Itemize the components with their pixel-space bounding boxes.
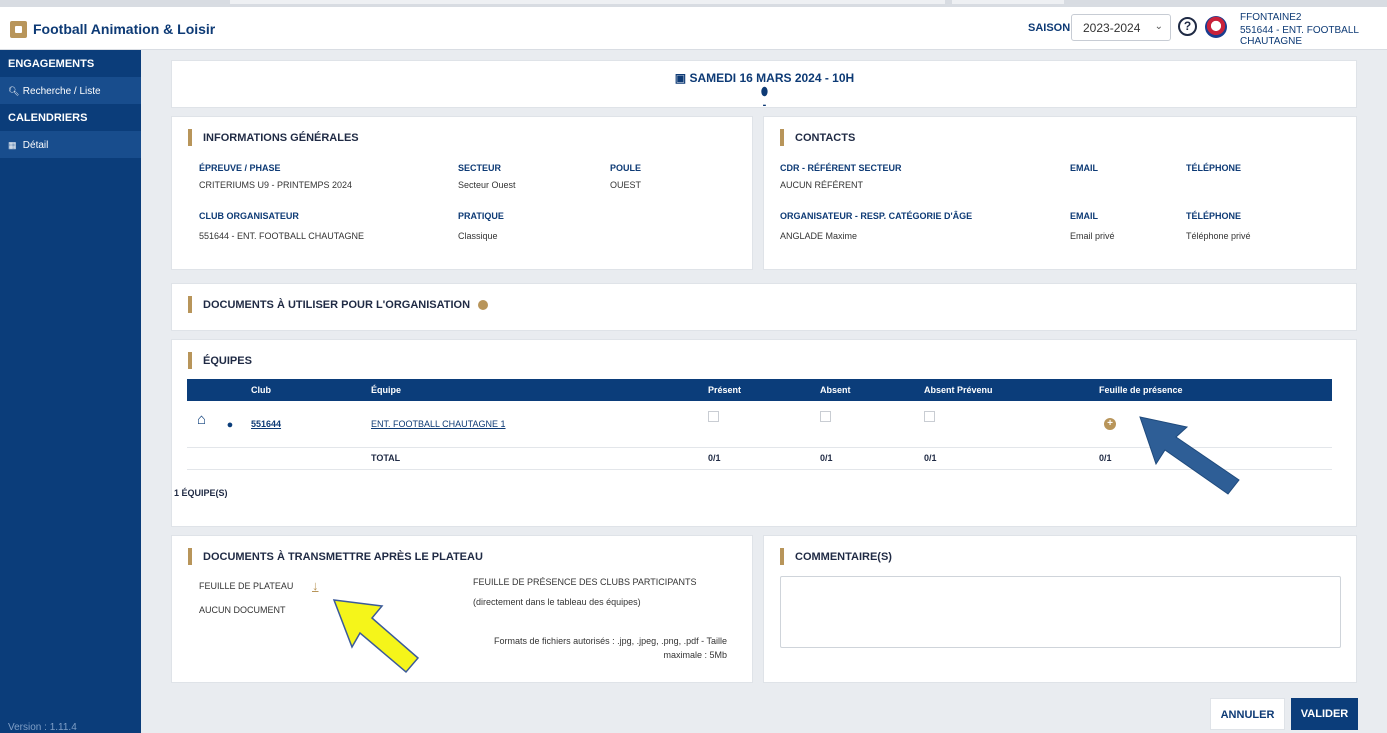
calendar-icon: ▦: [8, 140, 17, 150]
documents-card: DOCUMENTS À UTILISER POUR L'ORGANISATION: [171, 283, 1357, 331]
event-date-text: SAMEDI 16 MARS 2024 - 10H: [689, 71, 855, 85]
location-pin-icon: ⬮: [761, 86, 768, 98]
email-label: EMAIL: [1070, 163, 1098, 173]
commentaires-title: COMMENTAIRE(S): [795, 550, 892, 563]
section-title: DOCUMENTS À UTILISER POUR L'ORGANISATION: [188, 296, 489, 313]
col-absent: Absent: [820, 379, 924, 401]
equipes-title: ÉQUIPES: [203, 354, 252, 367]
col-equipe: Équipe: [371, 379, 708, 401]
col-feuille: Feuille de présence: [1099, 379, 1332, 401]
info-icon[interactable]: [478, 299, 489, 310]
total-absent: 0/1: [820, 447, 924, 470]
blue-annotation-arrow-icon: [1139, 416, 1240, 495]
download-icon[interactable]: ↓: [312, 578, 319, 593]
app-logo-icon: [10, 21, 27, 38]
event-location: ⬮ -: [172, 86, 1357, 111]
section-title: DOCUMENTS À TRANSMETTRE APRÈS LE PLATEAU: [188, 548, 483, 565]
organisateur-phone: Téléphone privé: [1186, 231, 1251, 241]
documents-title: DOCUMENTS À UTILISER POUR L'ORGANISATION: [203, 298, 471, 311]
pratique-label: PRATIQUE: [458, 211, 504, 221]
formats-line-1: Formats de fichiers autorisés : .jpg, .j…: [494, 636, 727, 646]
poule-label: POULE: [610, 163, 642, 173]
sidebar-item-label: Détail: [22, 140, 49, 151]
infos-card: INFORMATIONS GÉNÉRALES ÉPREUVE / PHASE C…: [171, 116, 753, 270]
contacts-card: CONTACTS CDR - RÉFÉRENT SECTEUR AUCUN RÉ…: [763, 116, 1357, 270]
yellow-annotation-arrow-icon: [332, 599, 420, 674]
saison-select[interactable]: 2023-2024 ⌄: [1071, 14, 1171, 41]
commentaires-card: COMMENTAIRE(S): [763, 535, 1357, 683]
table-header-row: Club Équipe Présent Absent Absent Préven…: [187, 379, 1332, 401]
organisateur-email: Email privé: [1070, 231, 1115, 241]
equipe-link[interactable]: ENT. FOOTBALL CHAUTAGNE 1: [371, 419, 506, 429]
absent-prevenu-checkbox[interactable]: [924, 411, 935, 423]
phone-label: TÉLÉPHONE: [1186, 163, 1242, 173]
secteur-label: SECTEUR: [458, 163, 502, 173]
club-label: CLUB ORGANISATEUR: [199, 211, 299, 221]
section-title: COMMENTAIRE(S): [780, 548, 892, 565]
aucun-document: AUCUN DOCUMENT: [199, 605, 286, 615]
search-icon: 🔍︎: [8, 86, 20, 96]
cancel-button[interactable]: ANNULER: [1210, 698, 1285, 730]
validate-button[interactable]: VALIDER: [1291, 698, 1358, 730]
phone-label: TÉLÉPHONE: [1186, 211, 1242, 221]
app-version: Version : 1.11.4: [8, 722, 77, 733]
total-label: TOTAL: [371, 447, 708, 470]
secteur-value: Secteur Ouest: [458, 180, 516, 190]
user-club: 551644 - ENT. FOOTBALL CHAUTAGNE: [1240, 25, 1359, 47]
event-date: ▣ SAMEDI 16 MARS 2024 - 10H: [172, 71, 1357, 85]
feuille-presence-sub: (directement dans le tableau des équipes…: [473, 597, 641, 607]
top-header: Football Animation & Loisir SAISON 2023-…: [0, 7, 1387, 50]
browser-strip: [0, 0, 1387, 7]
calendar-icon: ▣: [674, 71, 690, 85]
club-link[interactable]: 551644: [251, 419, 281, 429]
organisateur-value: ANGLADE Maxime: [780, 231, 858, 241]
comment-textarea[interactable]: [780, 576, 1341, 648]
section-title: INFORMATIONS GÉNÉRALES: [188, 129, 359, 146]
chevron-down-icon: ⌄: [1154, 21, 1163, 32]
event-location-text: -: [762, 99, 767, 111]
transmettre-title: DOCUMENTS À TRANSMETTRE APRÈS LE PLATEAU: [203, 550, 483, 563]
absent-checkbox[interactable]: [820, 411, 831, 423]
saison-value: 2023-2024: [1083, 21, 1141, 35]
organisateur-label: ORGANISATEUR - RESP. CATÉGORIE D'ÂGE: [780, 211, 973, 221]
add-feuille-icon[interactable]: +: [1104, 417, 1116, 430]
user-name[interactable]: FFONTAINE2: [1240, 12, 1301, 23]
sidebar-section-engagements: ENGAGEMENTS: [8, 58, 95, 70]
equipes-count: 1 ÉQUIPE(S): [174, 488, 228, 498]
app-title[interactable]: Football Animation & Loisir: [33, 21, 215, 37]
email-label: EMAIL: [1070, 211, 1098, 221]
contacts-title: CONTACTS: [795, 131, 856, 144]
present-checkbox[interactable]: [708, 411, 719, 423]
sidebar-section-calendriers: CALENDRIERS: [8, 112, 88, 124]
cdr-value: AUCUN RÉFÉRENT: [780, 180, 864, 190]
sidebar-item-recherche[interactable]: 🔍︎ Recherche / Liste: [0, 77, 141, 104]
sidebar-item-detail[interactable]: ▦ Détail: [0, 131, 141, 158]
feuille-presence-label: FEUILLE DE PRÉSENCE DES CLUBS PARTICIPAN…: [473, 577, 697, 587]
epreuve-label: ÉPREUVE / PHASE: [199, 163, 281, 173]
help-circle-icon[interactable]: ?: [1178, 17, 1197, 36]
home-icon: ⌂: [197, 411, 207, 429]
cdr-label: CDR - RÉFÉRENT SECTEUR: [780, 163, 902, 173]
fff-logo-icon: [1205, 16, 1227, 38]
total-prevenu: 0/1: [924, 447, 1099, 470]
infos-title: INFORMATIONS GÉNÉRALES: [203, 131, 359, 144]
section-title: ÉQUIPES: [188, 352, 252, 369]
user-icon: ●: [226, 419, 234, 432]
col-present: Présent: [708, 379, 820, 401]
pratique-value: Classique: [458, 231, 498, 241]
sidebar: ENGAGEMENTS 🔍︎ Recherche / Liste CALENDR…: [0, 50, 141, 733]
feuille-plateau-label: FEUILLE DE PLATEAU: [199, 581, 294, 591]
club-value: 551644 - ENT. FOOTBALL CHAUTAGNE: [199, 231, 365, 241]
total-present: 0/1: [708, 447, 820, 470]
section-title: CONTACTS: [780, 129, 855, 146]
saison-label: SAISON: [1028, 22, 1071, 34]
sidebar-item-label: Recherche / Liste: [22, 86, 101, 97]
poule-value: OUEST: [610, 180, 642, 190]
col-absent-prevenu: Absent Prévenu: [924, 379, 1099, 401]
epreuve-value: CRITERIUMS U9 - PRINTEMPS 2024: [199, 180, 353, 190]
col-club: Club: [251, 379, 371, 401]
event-card: ▣ SAMEDI 16 MARS 2024 - 10H ⬮ -: [171, 60, 1357, 111]
transmettre-card: DOCUMENTS À TRANSMETTRE APRÈS LE PLATEAU…: [171, 535, 753, 683]
formats-line-2: maximale : 5Mb: [663, 650, 727, 660]
